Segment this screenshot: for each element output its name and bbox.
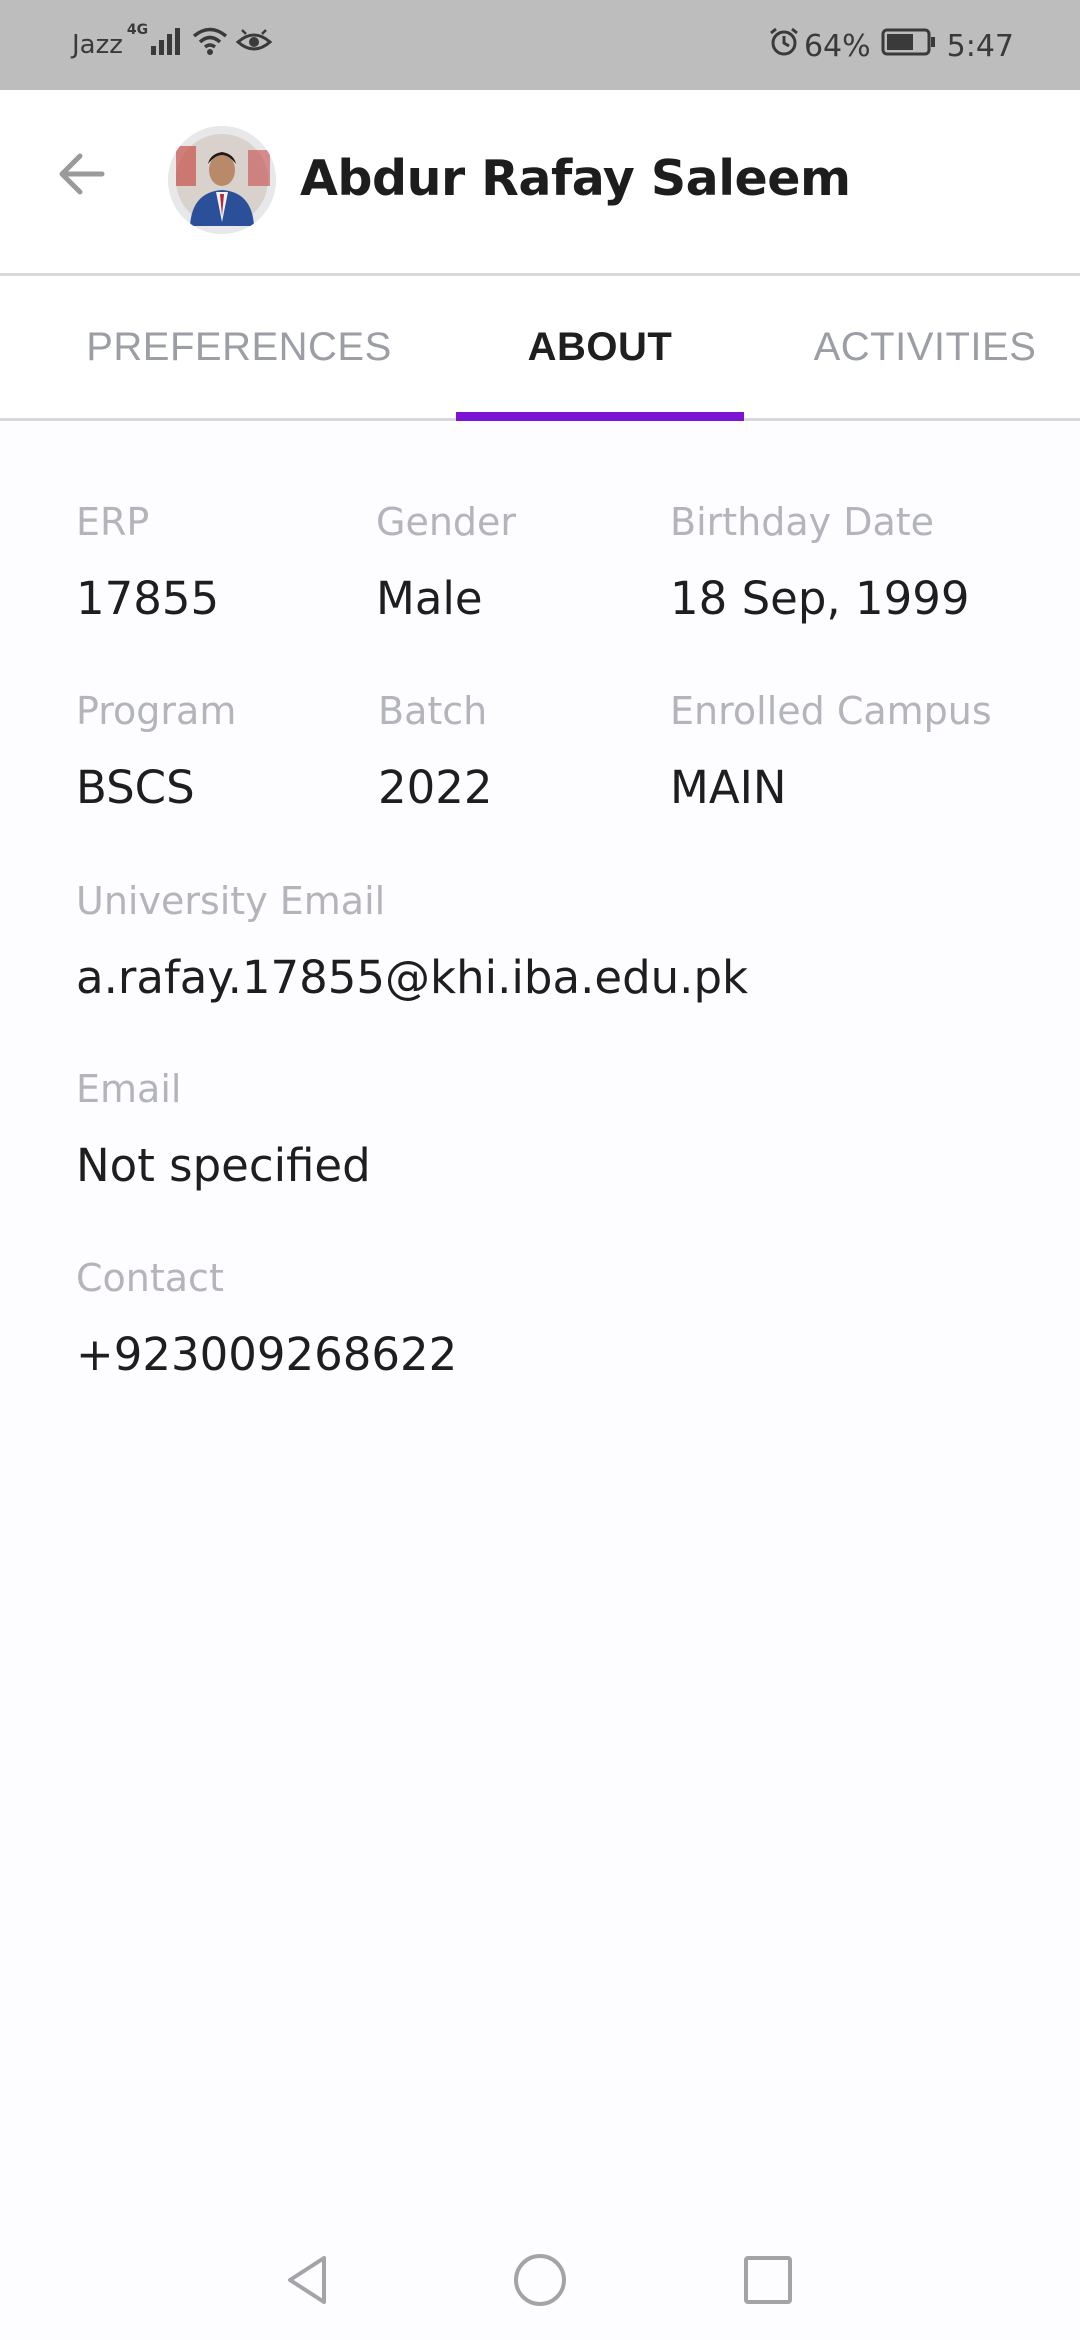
field-university-email: University Email a.rafay.17855@khi.iba.e… bbox=[76, 876, 748, 1008]
field-label: Email bbox=[76, 1067, 182, 1111]
profile-name: Abdur Rafay Saleem bbox=[300, 150, 851, 207]
field-program: Program BSCS bbox=[76, 686, 236, 818]
field-value: 18 Sep, 1999 bbox=[670, 572, 970, 625]
profile-header: Abdur Rafay Saleem bbox=[0, 90, 1080, 276]
arrow-left-icon bbox=[59, 153, 105, 195]
wifi-icon bbox=[192, 26, 228, 63]
field-value: 2022 bbox=[378, 761, 493, 814]
tab-activities[interactable]: ACTIVITIES bbox=[790, 276, 1060, 418]
battery-icon bbox=[881, 28, 937, 64]
nav-home-button[interactable] bbox=[510, 2250, 570, 2310]
field-value: MAIN bbox=[670, 761, 787, 814]
battery-percent: 64% bbox=[803, 28, 871, 64]
clock-time: 5:47 bbox=[946, 28, 1014, 64]
field-label: Birthday Date bbox=[670, 500, 935, 544]
field-campus: Enrolled Campus MAIN bbox=[670, 686, 992, 818]
field-contact: Contact +923009268622 bbox=[76, 1253, 457, 1385]
system-nav-bar bbox=[0, 2220, 1080, 2340]
active-tab-indicator bbox=[456, 412, 744, 421]
eye-icon bbox=[235, 26, 273, 63]
field-value: +923009268622 bbox=[76, 1328, 458, 1381]
avatar[interactable] bbox=[168, 126, 276, 234]
network-type: 4G bbox=[126, 22, 149, 38]
back-triangle-icon bbox=[288, 2256, 326, 2304]
field-label: ERP bbox=[76, 500, 150, 544]
tab-preferences[interactable]: PREFERENCES bbox=[60, 276, 418, 418]
status-right: 64% 5:47 bbox=[758, 26, 1014, 66]
recents-square-icon bbox=[744, 2256, 792, 2304]
field-label: University Email bbox=[76, 879, 386, 923]
home-circle-icon bbox=[514, 2254, 566, 2306]
status-bar: Jazz 4G 64% 5:47 bbox=[0, 0, 1080, 90]
nav-recents-button[interactable] bbox=[738, 2250, 798, 2310]
tab-bar: PREFERENCES ABOUT ACTIVITIES bbox=[0, 276, 1080, 421]
tab-about[interactable]: ABOUT bbox=[456, 276, 744, 418]
field-birthday: Birthday Date 18 Sep, 1999 bbox=[670, 497, 970, 629]
field-value: BSCS bbox=[76, 761, 195, 814]
signal-icon bbox=[150, 26, 184, 63]
nav-back-button[interactable] bbox=[278, 2250, 338, 2310]
profile-photo bbox=[168, 126, 276, 234]
status-left: Jazz 4G bbox=[72, 22, 273, 63]
field-label: Enrolled Campus bbox=[670, 689, 992, 733]
field-value: Male bbox=[376, 572, 483, 625]
back-button[interactable] bbox=[52, 142, 116, 206]
field-email: Email Not specified bbox=[76, 1064, 371, 1196]
field-label: Batch bbox=[378, 689, 488, 733]
field-batch: Batch 2022 bbox=[378, 686, 493, 818]
field-label: Gender bbox=[376, 500, 517, 544]
field-value: Not specified bbox=[76, 1139, 371, 1192]
alarm-icon bbox=[768, 26, 800, 66]
field-value: a.rafay.17855@khi.iba.edu.pk bbox=[76, 951, 749, 1004]
carrier-name: Jazz bbox=[72, 29, 123, 60]
field-gender: Gender Male bbox=[376, 497, 516, 629]
field-erp: ERP 17855 bbox=[76, 497, 219, 629]
field-value: 17855 bbox=[76, 572, 220, 625]
field-label: Program bbox=[76, 689, 237, 733]
field-label: Contact bbox=[76, 1256, 224, 1300]
